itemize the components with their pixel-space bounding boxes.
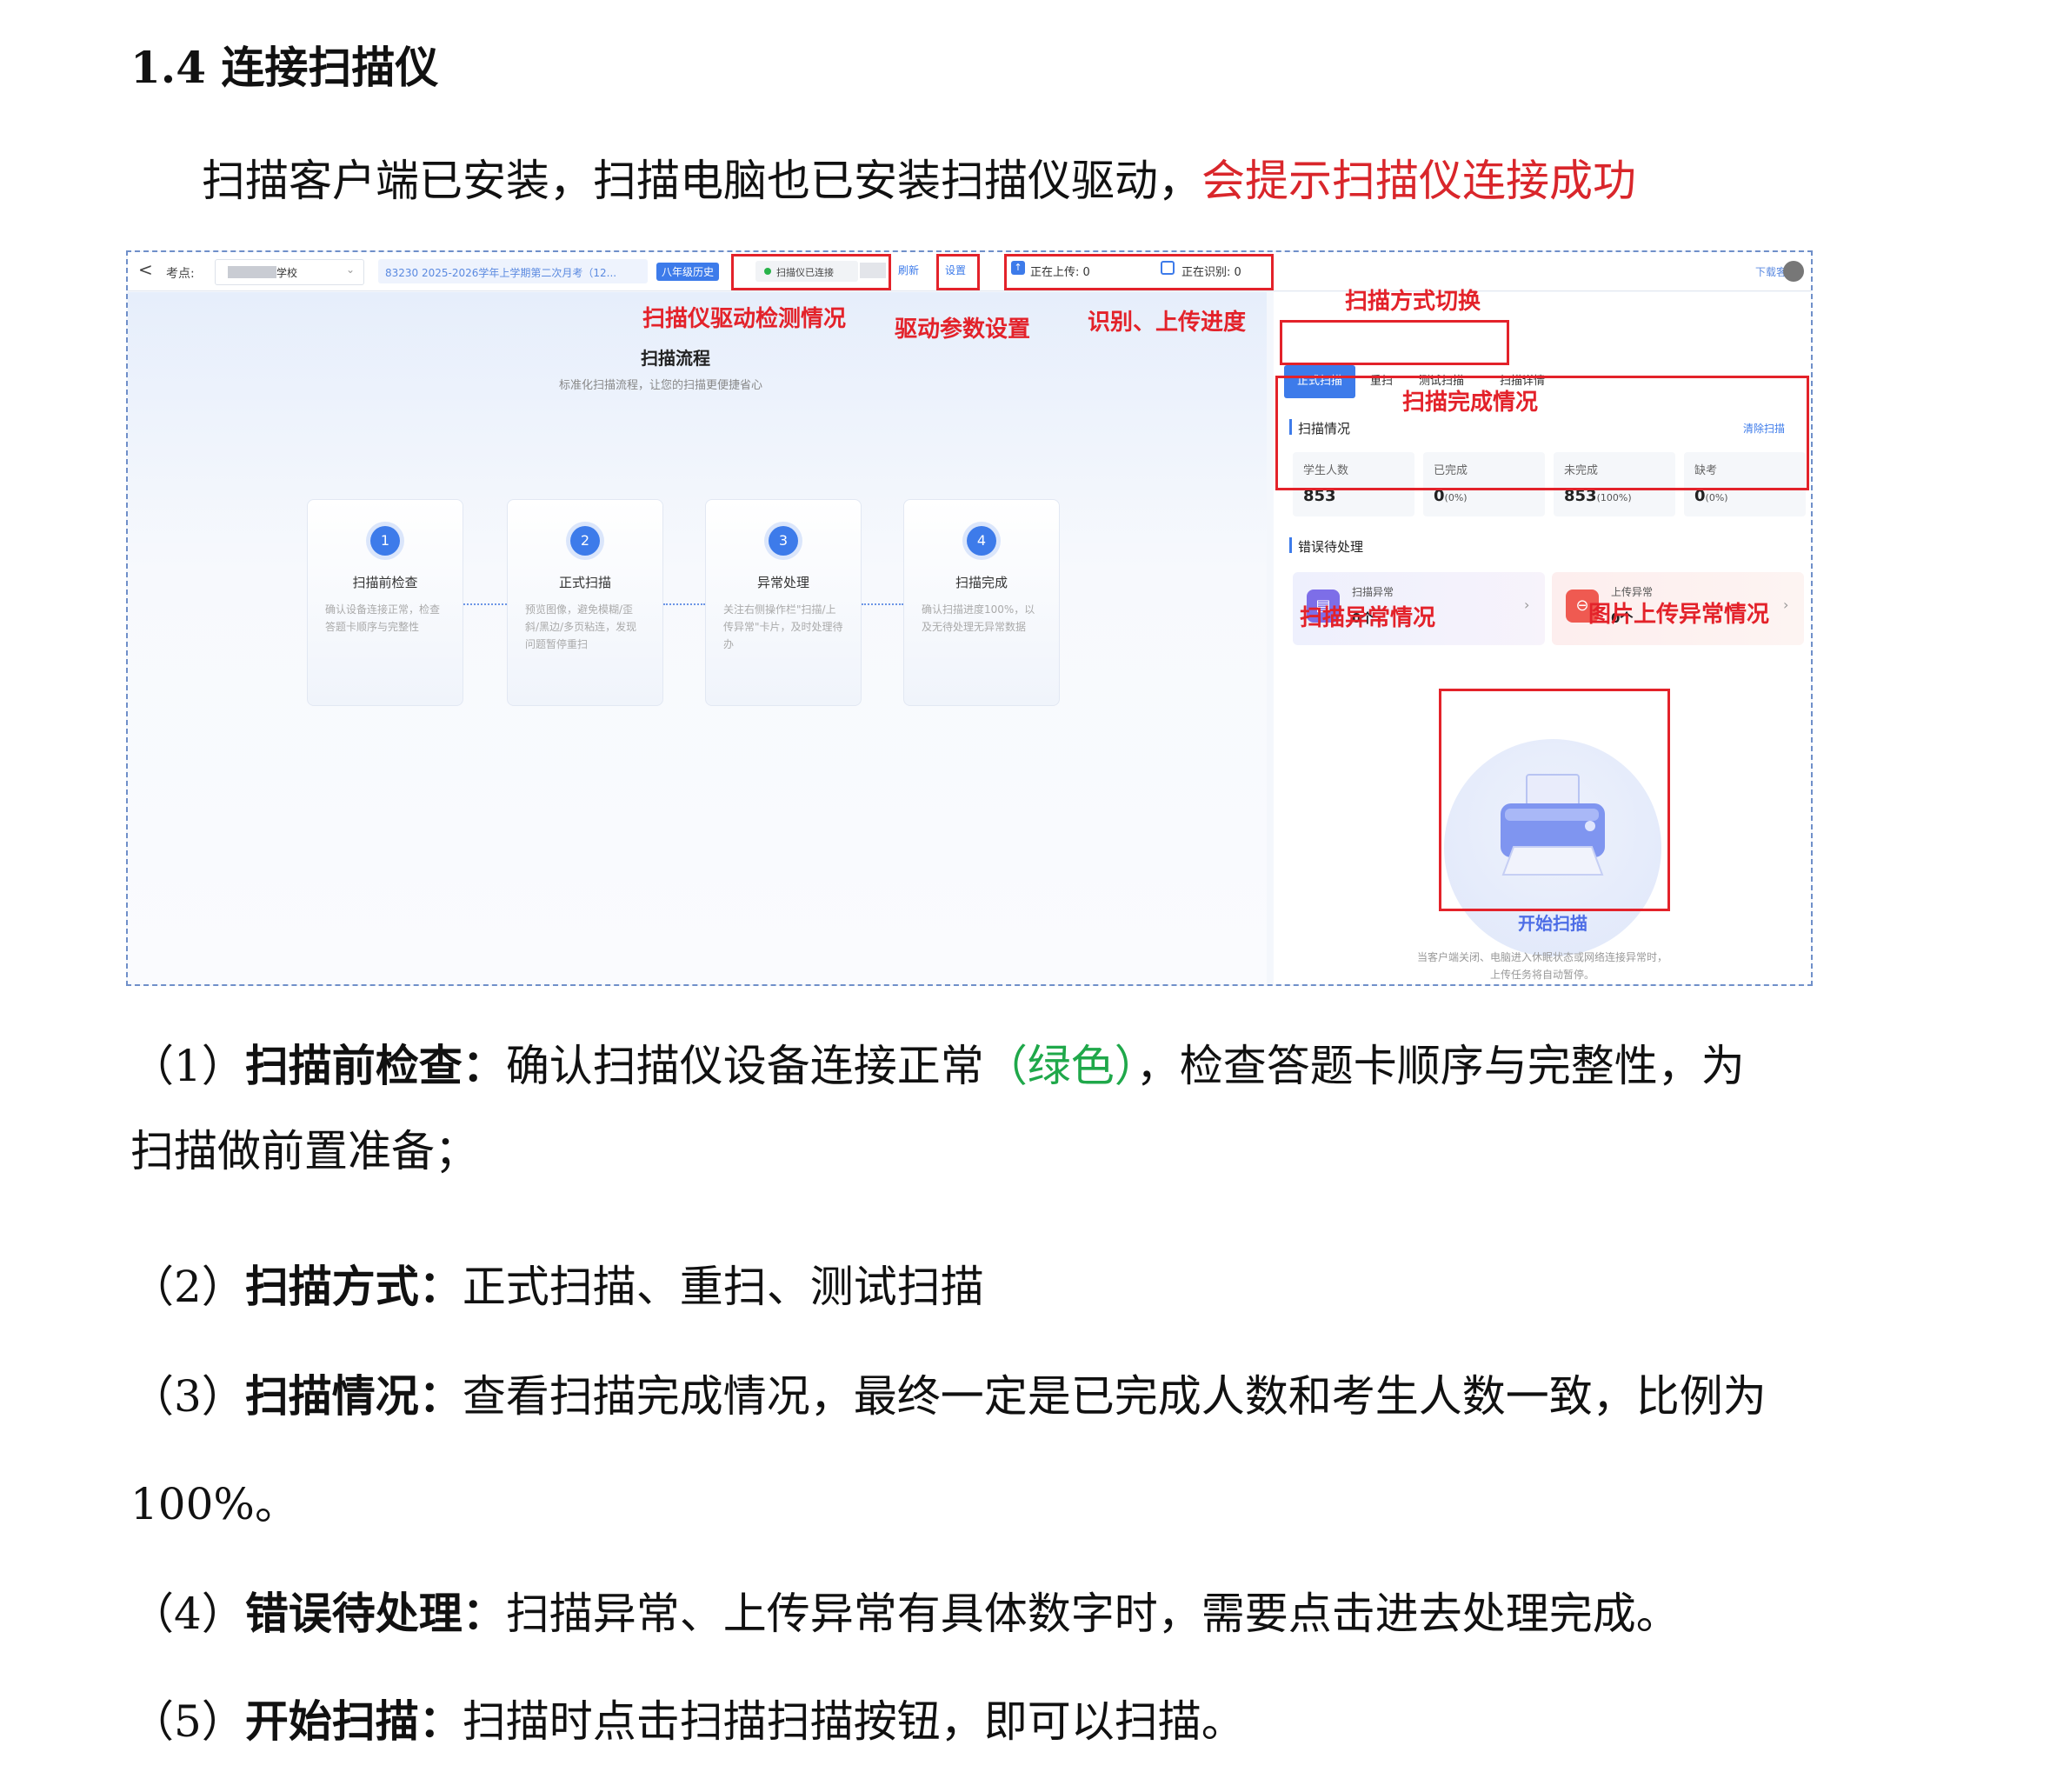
scan-error-label: 扫描异常: [1352, 586, 1394, 598]
step-title: 扫描完成: [955, 575, 1008, 590]
step-desc: 预览图像，避免模糊/歪斜/黑边/多页粘连，发现问题暂停重扫: [525, 603, 637, 650]
step-number: 3: [769, 526, 798, 556]
subject-badge: 八年级历史: [656, 263, 720, 281]
flow-arrow: [663, 603, 705, 605]
item-number: （2）: [130, 1262, 245, 1312]
item-heading: 扫描情况：: [244, 1370, 463, 1422]
chevron-right-icon: ›: [1524, 596, 1530, 613]
annotation-box: [1004, 254, 1274, 290]
step-title: 扫描前检查: [352, 575, 418, 590]
flow-step: 4 扫描完成 确认扫描进度100%，以及无待处理无异常数据: [903, 499, 1060, 706]
item-green-text: （绿色）: [983, 1041, 1136, 1091]
step-desc: 确认扫描进度100%，以及无待处理无异常数据: [922, 603, 1035, 633]
step-title: 异常处理: [756, 575, 809, 590]
back-icon[interactable]: <: [138, 259, 153, 280]
item-number: （5）: [130, 1696, 245, 1747]
intro-highlight: 会提示扫描仪连接成功: [1201, 156, 1636, 206]
step-title: 正式扫描: [558, 575, 611, 590]
annotation-box: [1280, 320, 1509, 365]
annotation-label: 扫描异常情况: [1300, 605, 1436, 631]
scan-client-screenshot: < 考点: 学校 ⌄ 83230 2025-2026学年上学期第二次月考（12.…: [126, 250, 1813, 986]
flow-arrow: [862, 603, 903, 605]
annotation-label: 扫描仪驱动检测情况: [642, 306, 847, 332]
item-number: （4）: [130, 1589, 245, 1639]
stat-pct: (0%): [1444, 492, 1468, 503]
step-number: 1: [370, 526, 400, 556]
download-link[interactable]: 下载客: [1755, 264, 1787, 279]
annotation-label: 识别、上传进度: [1088, 310, 1247, 336]
errors-title: 错误待处理: [1298, 539, 1364, 555]
stat-pct: (0%): [1705, 492, 1728, 503]
item-text: 扫描异常、上传异常有具体数字时，需要点击进去处理完成。: [505, 1589, 1680, 1639]
intro-paragraph: 扫描客户端已安装，扫描电脑也已安装扫描仪驱动，会提示扫描仪连接成功: [202, 146, 1636, 209]
annotation-label: 驱动参数设置: [895, 316, 1031, 343]
paragraph-2: （2）扫描方式：正式扫描、重扫、测试扫描: [130, 1252, 984, 1315]
annotation-label: 图片上传异常情况: [1588, 602, 1770, 628]
paragraph-1-cont: 扫描做前置准备；: [130, 1126, 478, 1176]
footer-note-line2: 上传任务将自动暂停。: [1489, 969, 1594, 981]
site-label: 考点:: [166, 267, 195, 281]
section-title: 1.4 连接扫描仪: [130, 42, 439, 93]
section-marker: [1289, 537, 1292, 553]
item-text: ，检查答题卡顺序与完整性，为: [1135, 1041, 1745, 1091]
annotation-label: 扫描完成情况: [1402, 390, 1539, 416]
start-scan-label: 开始扫描: [1518, 913, 1587, 934]
avatar[interactable]: [1783, 261, 1804, 282]
item-heading: 扫描前检查：: [244, 1040, 506, 1091]
item-number: （3）: [130, 1371, 245, 1422]
annotation-box: [1275, 376, 1809, 490]
item-text: 正式扫描、重扫、测试扫描: [462, 1262, 984, 1312]
annotation-box: [731, 254, 891, 290]
step-number: 2: [570, 526, 600, 556]
annotation-label: 扫描方式切换: [1345, 289, 1481, 315]
item-text: 确认扫描仪设备连接正常: [505, 1041, 984, 1091]
paragraph-5: （5）开始扫描：扫描时点击扫描扫描按钮，即可以扫描。: [130, 1687, 1245, 1749]
item-text: 查看扫描完成情况，最终一定是已完成人数和考生人数一致，比例为: [462, 1371, 1767, 1422]
flow-step: 2 正式扫描 预览图像，避免模糊/歪斜/黑边/多页粘连，发现问题暂停重扫: [507, 499, 663, 706]
annotation-box: [1439, 689, 1670, 911]
step-desc: 关注右侧操作栏"扫描/上传异常"卡片，及时处理待办: [723, 603, 843, 650]
footer-note-line1: 当客户端关闭、电脑进入休眠状态或网络连接异常时，: [1416, 951, 1667, 963]
flow-title: 扫描流程: [641, 348, 710, 369]
item-heading: 扫描方式：: [244, 1261, 463, 1312]
refresh-link[interactable]: 刷新: [898, 263, 919, 277]
exam-select[interactable]: 83230 2025-2026学年上学期第二次月考（12...: [378, 259, 648, 283]
redacted-block: [228, 266, 276, 278]
flow-step: 3 异常处理 关注右侧操作栏"扫描/上传异常"卡片，及时处理待办: [705, 499, 862, 706]
item-heading: 开始扫描：: [244, 1695, 463, 1747]
item-text: 扫描时点击扫描扫描按钮，即可以扫描。: [462, 1696, 1245, 1747]
flow-subtitle: 标准化扫描流程，让您的扫描更便捷省心: [559, 379, 763, 392]
item-number: （1）: [130, 1041, 245, 1091]
scan-flow-panel: 扫描流程 标准化扫描流程，让您的扫描更便捷省心 1 扫描前检查 确认设备连接正常…: [128, 292, 1267, 984]
paragraph-3: （3）扫描情况：查看扫描完成情况，最终一定是已完成人数和考生人数一致，比例为: [130, 1362, 1767, 1424]
flow-arrow: [463, 603, 507, 605]
stat-pct: (100%): [1596, 492, 1632, 503]
intro-text: 扫描客户端已安装，扫描电脑也已安装扫描仪驱动，: [202, 156, 1201, 206]
paragraph-4: （4）错误待处理：扫描异常、上传异常有具体数字时，需要点击进去处理完成。: [130, 1579, 1680, 1642]
paragraph-3-cont: 100%。: [130, 1479, 298, 1529]
step-desc: 确认设备连接正常，检查答题卡顺序与完整性: [325, 603, 441, 633]
site-select[interactable]: 学校 ⌄: [215, 259, 364, 285]
item-heading: 错误待处理：: [244, 1588, 506, 1639]
flow-step: 1 扫描前检查 确认设备连接正常，检查答题卡顺序与完整性: [307, 499, 463, 706]
exam-name: 83230 2025-2026学年上学期第二次月考（12...: [385, 267, 617, 279]
chevron-down-icon: ⌄: [346, 263, 356, 276]
paragraph-1: （1）扫描前检查：确认扫描仪设备连接正常（绿色），检查答题卡顺序与完整性，为: [130, 1031, 1745, 1094]
site-value: 学校: [276, 267, 298, 279]
annotation-box: [936, 254, 980, 290]
chevron-right-icon: ›: [1783, 596, 1789, 613]
step-number: 4: [967, 526, 996, 556]
